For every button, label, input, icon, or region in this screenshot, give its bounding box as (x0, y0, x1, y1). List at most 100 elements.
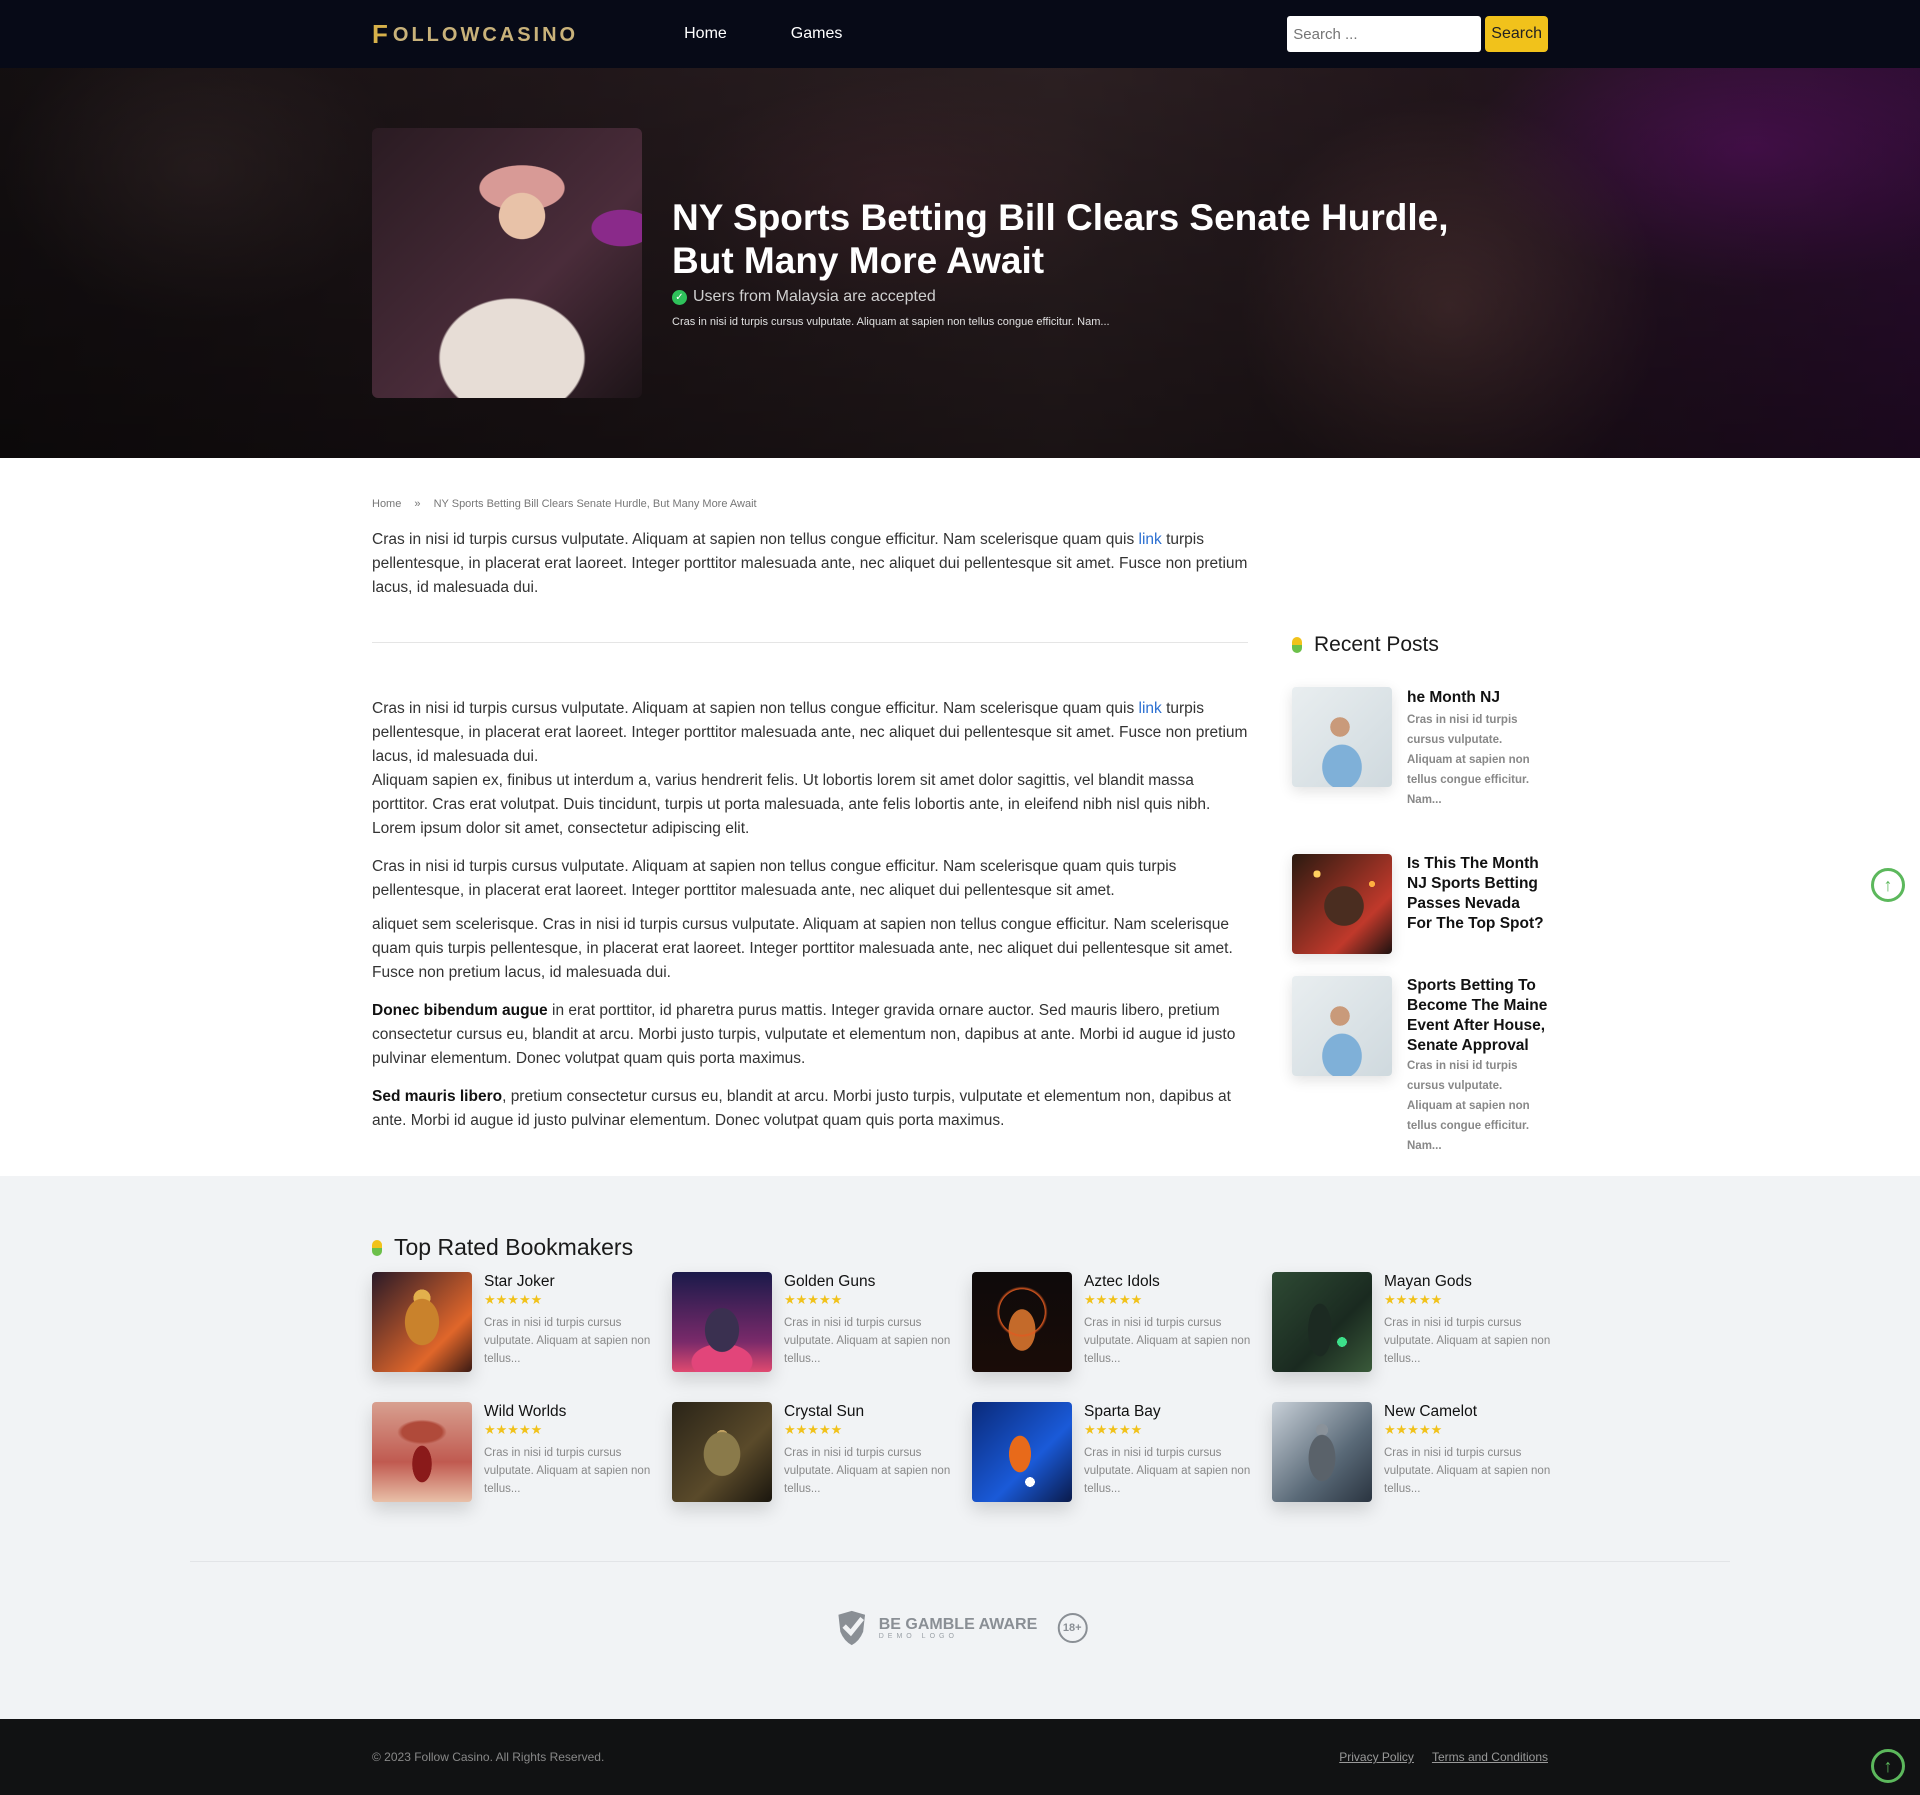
arrow-up-icon: ↑ (1883, 1755, 1893, 1776)
article-paragraph: Cras in nisi id turpis cursus vulputate.… (372, 858, 1177, 899)
copyright-text: © 2023 Follow Casino. All Rights Reserve… (372, 1750, 605, 1764)
breadcrumb: Home » NY Sports Betting Bill Clears Sen… (372, 498, 767, 510)
hero-banner: NY Sports Betting Bill Clears Senate Hur… (0, 68, 1920, 458)
check-circle-icon: ✓ (672, 289, 687, 305)
bookmaker-name[interactable]: Sparta Bay (1084, 1402, 1254, 1422)
rating-stars: ★★★★★ (1084, 1422, 1143, 1437)
bookmaker-card[interactable]: Star Joker ★★★★★ Cras in nisi id turpis cu… (372, 1272, 672, 1372)
bookmaker-desc: Cras in nisi id turpis cursus vulputate.… (1084, 1317, 1251, 1365)
age-restriction-icon: 18+ (1057, 1613, 1088, 1643)
nav-games[interactable]: Games (791, 25, 843, 43)
recent-post[interactable]: Is This The Month NJ Sports Betting Pass… (1292, 854, 1548, 954)
post-thumbnail[interactable] (1292, 976, 1392, 1076)
article-paragraph: Aliquam sapien ex, finibus ut interdum a… (372, 772, 1211, 837)
privacy-policy-link[interactable]: Privacy Policy (1339, 1750, 1414, 1764)
sidebar: Recent Posts he Month NJ Cras in nisi id… (1292, 633, 1548, 1156)
paragraph-text: Cras in nisi id turpis cursus vulputate.… (372, 700, 1139, 717)
post-thumbnail[interactable] (1292, 854, 1392, 954)
article-section: Home » NY Sports Betting Bill Clears Sen… (0, 458, 1920, 1176)
bookmaker-card[interactable]: Mayan Gods ★★★★★ Cras in nisi id turpis cu… (1272, 1272, 1572, 1372)
accepted-notice: ✓ Users from Malaysia are accepted (672, 288, 936, 306)
rating-stars: ★★★★★ (1384, 1422, 1443, 1437)
post-thumbnail[interactable] (1292, 687, 1392, 787)
recent-posts-heading: Recent Posts (1292, 633, 1548, 657)
post-title[interactable]: Sports Betting To Become The Maine Event… (1407, 976, 1548, 1056)
bookmaker-desc: Cras in nisi id turpis cursus vulputate.… (484, 1447, 651, 1495)
breadcrumb-current: NY Sports Betting Bill Clears Senate Hur… (433, 498, 757, 510)
divider (372, 642, 1248, 643)
breadcrumb-home[interactable]: Home (372, 498, 401, 510)
post-excerpt: Cras in nisi id turpis cursus vulputate.… (1407, 1060, 1530, 1152)
game-thumbnail[interactable] (1272, 1272, 1372, 1372)
bold-text: Donec bibendum augue (372, 1002, 548, 1019)
bookmaker-desc: Cras in nisi id turpis cursus vulputate.… (1384, 1447, 1551, 1495)
rating-stars: ★★★★★ (1084, 1292, 1143, 1307)
scroll-to-top-button[interactable]: ↑ (1871, 1749, 1905, 1783)
bookmakers-section: Top Rated Bookmakers Star Joker ★★★★★ Cras… (0, 1176, 1920, 1719)
terms-link[interactable]: Terms and Conditions (1432, 1750, 1548, 1764)
accepted-text: Users from Malaysia are accepted (693, 288, 936, 305)
top-navbar: F OLLOWCASINO Home Games Search (0, 0, 1920, 68)
divider (190, 1561, 1730, 1562)
search-form: Search (1287, 16, 1548, 52)
hero-image (372, 128, 642, 398)
bullet-icon (372, 1239, 382, 1256)
gamble-aware-badge[interactable]: BE GAMBLE AWARE DEMO LOGO (833, 1609, 1037, 1647)
bookmakers-title: Top Rated Bookmakers (394, 1234, 634, 1260)
bookmaker-name[interactable]: Golden Guns (784, 1272, 954, 1292)
main-nav: Home Games (684, 25, 906, 43)
bookmaker-desc: Cras in nisi id turpis cursus vulputate.… (484, 1317, 651, 1365)
game-thumbnail[interactable] (672, 1402, 772, 1502)
recent-post[interactable]: he Month NJ Cras in nisi id turpis cursu… (1292, 687, 1548, 810)
game-thumbnail[interactable] (972, 1402, 1072, 1502)
bookmaker-name[interactable]: Star Joker (484, 1272, 654, 1292)
rating-stars: ★★★★★ (1384, 1292, 1443, 1307)
bookmaker-card[interactable]: Golden Guns ★★★★★ Cras in nisi id turpis c… (672, 1272, 972, 1372)
recent-post[interactable]: Sports Betting To Become The Maine Event… (1292, 976, 1548, 1156)
game-thumbnail[interactable] (372, 1402, 472, 1502)
bookmaker-card[interactable]: Crystal Sun ★★★★★ Cras in nisi id turpis c… (672, 1402, 972, 1502)
rating-stars: ★★★★★ (784, 1422, 843, 1437)
search-input[interactable] (1287, 16, 1482, 52)
bookmaker-desc: Cras in nisi id turpis cursus vulputate.… (1084, 1447, 1251, 1495)
bookmaker-name[interactable]: New Camelot (1384, 1402, 1554, 1422)
bookmaker-desc: Cras in nisi id turpis cursus vulputate.… (784, 1317, 951, 1365)
bookmaker-name[interactable]: Crystal Sun (784, 1402, 954, 1422)
bookmaker-desc: Cras in nisi id turpis cursus vulputate.… (784, 1447, 951, 1495)
article-paragraph: Sed mauris libero, pretium consectetur c… (372, 1085, 1248, 1133)
site-footer: © 2023 Follow Casino. All Rights Reserve… (0, 1719, 1920, 1795)
scroll-to-top-button[interactable]: ↑ (1871, 868, 1905, 902)
intro-link[interactable]: link (1139, 531, 1162, 548)
bookmaker-name[interactable]: Aztec Idols (1084, 1272, 1254, 1292)
post-title[interactable]: Is This The Month NJ Sports Betting Pass… (1407, 854, 1548, 934)
nav-home[interactable]: Home (684, 25, 727, 43)
game-thumbnail[interactable] (1272, 1402, 1372, 1502)
hero-excerpt: Cras in nisi id turpis cursus vulputate.… (672, 316, 1110, 328)
site-logo[interactable]: F OLLOWCASINO (372, 21, 578, 47)
page-title: NY Sports Betting Bill Clears Senate Hur… (672, 197, 1449, 281)
bookmaker-card[interactable]: New Camelot ★★★★★ Cras in nisi id turpis c… (1272, 1402, 1572, 1502)
bookmakers-grid: Star Joker ★★★★★ Cras in nisi id turpis cu… (372, 1272, 1550, 1502)
article-paragraph: aliquet sem scelerisque. Cras in nisi id… (372, 916, 1233, 981)
search-button[interactable]: Search (1485, 16, 1548, 52)
bold-text: Sed mauris libero (372, 1088, 503, 1105)
bookmaker-name[interactable]: Mayan Gods (1384, 1272, 1554, 1292)
paragraph-link[interactable]: link (1139, 700, 1162, 717)
bookmaker-name[interactable]: Wild Worlds (484, 1402, 654, 1422)
bookmaker-card[interactable]: Aztec Idols ★★★★★ Cras in nisi id turpis c… (972, 1272, 1272, 1372)
game-thumbnail[interactable] (672, 1272, 772, 1372)
article-paragraph: Donec bibendum augue in erat porttitor, … (372, 999, 1248, 1071)
bookmaker-card[interactable]: Sparta Bay ★★★★★ Cras in nisi id turpis cu… (972, 1402, 1272, 1502)
article-intro: Cras in nisi id turpis cursus vulputate.… (372, 528, 1248, 600)
bullet-icon (1292, 637, 1302, 653)
logo-initial: F (372, 19, 391, 49)
game-thumbnail[interactable] (972, 1272, 1072, 1372)
footer-links: Privacy Policy Terms and Conditions (1339, 1750, 1548, 1764)
rating-stars: ★★★★★ (484, 1422, 543, 1437)
recent-posts-title: Recent Posts (1314, 633, 1439, 656)
arrow-up-icon: ↑ (1883, 874, 1893, 895)
post-title[interactable]: he Month NJ (1407, 688, 1548, 708)
article-body: Cras in nisi id turpis cursus vulputate.… (372, 528, 1248, 1147)
game-thumbnail[interactable] (372, 1272, 472, 1372)
bookmaker-card[interactable]: Wild Worlds ★★★★★ Cras in nisi id turpis c… (372, 1402, 672, 1502)
